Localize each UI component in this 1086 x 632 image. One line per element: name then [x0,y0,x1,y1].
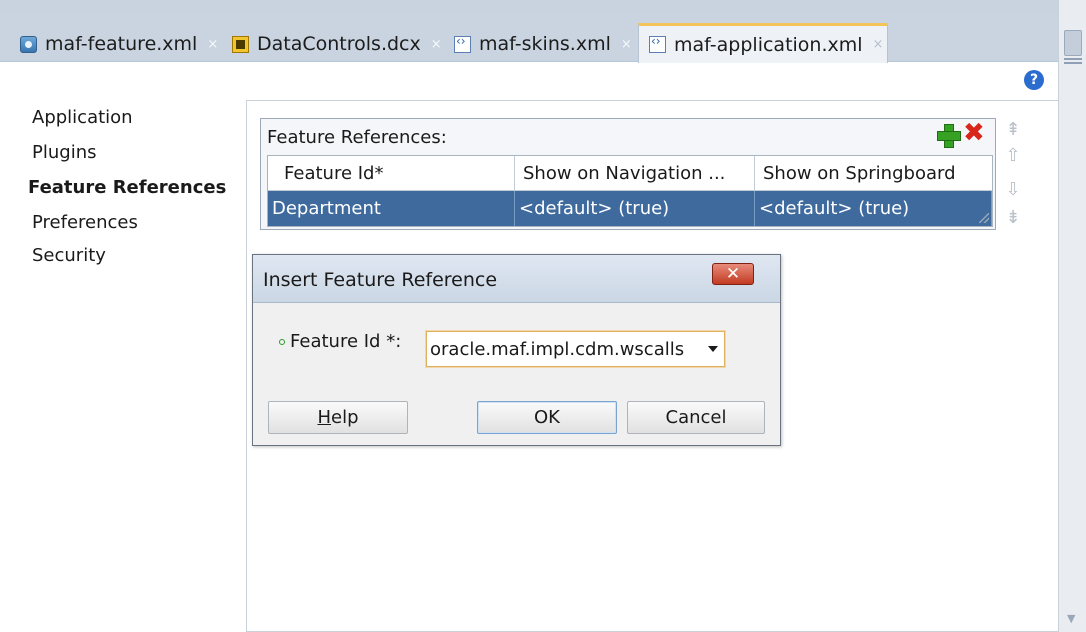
help-mnemonic: H [317,407,332,428]
help-button[interactable]: Help [268,401,408,434]
feature-file-icon [20,35,37,53]
insert-feature-reference-dialog: Insert Feature Reference ✕ Feature Id *:… [252,254,781,446]
tab-label: maf-skins.xml [479,33,611,55]
tab-label: maf-feature.xml [45,33,198,55]
xml-file-icon [649,34,666,53]
table-cell[interactable]: <default> (true) [515,191,755,226]
tab-maf-feature[interactable]: maf-feature.xml × [10,26,218,62]
sidebar-item-preferences[interactable]: Preferences [32,212,138,233]
close-button[interactable]: ✕ [712,263,754,285]
required-indicator-icon [279,338,285,345]
scrollbar-thumb[interactable] [1064,30,1082,56]
feature-id-label: Feature Id *: [290,331,402,352]
move-up-icon[interactable]: ⇧ [1002,144,1024,168]
table-cell[interactable]: Department [268,191,515,226]
feature-references-table: Feature Id* Show on Navigation ... Show … [267,155,993,227]
table-cell[interactable]: <default> (true) [755,191,992,226]
dialog-title-bar[interactable]: Insert Feature Reference ✕ [253,255,780,303]
tab-close-icon[interactable]: × [431,37,442,52]
select-value: oracle.maf.impl.cdm.wscalls [430,338,685,360]
sidebar-item-feature-references[interactable]: Feature References [28,177,226,198]
move-bottom-icon[interactable]: ⇟ [1002,206,1024,230]
xml-file-icon [454,34,471,53]
sidebar-item-security[interactable]: Security [32,245,106,266]
tab-label: maf-application.xml [674,33,863,56]
chevron-down-icon[interactable] [708,346,718,352]
scrollbar-grip [1064,58,1082,64]
help-label: elp [331,407,359,428]
column-header[interactable]: Show on Navigation ... [515,156,755,191]
column-header[interactable]: Show on Springboard [755,156,992,191]
scroll-down-icon[interactable]: ▼ [1067,612,1075,625]
tab-close-icon[interactable]: × [873,37,884,52]
table-header-row: Feature Id* Show on Navigation ... Show … [268,156,992,191]
editor-tab-bar: maf-feature.xml × DataControls.dcx × maf… [0,12,1058,63]
resize-grip-icon[interactable] [979,213,989,223]
data-controls-file-icon [232,35,249,53]
tab-maf-skins[interactable]: maf-skins.xml × [444,26,632,62]
feature-id-row: Feature Id *: [279,331,401,352]
vertical-scrollbar[interactable]: ▼ [1058,0,1086,632]
panel-title: Feature References: [267,127,447,148]
tab-close-icon[interactable]: × [207,37,218,52]
feature-id-select[interactable]: oracle.maf.impl.cdm.wscalls [426,331,725,367]
window-top-strip [0,0,1058,12]
tab-maf-application[interactable]: maf-application.xml × [638,23,888,63]
move-down-icon[interactable]: ⇩ [1002,178,1024,202]
column-header[interactable]: Feature Id* [268,156,515,191]
tab-datacontrols[interactable]: DataControls.dcx × [222,26,442,62]
move-top-icon[interactable]: ⇞ [1002,118,1024,142]
ok-button[interactable]: OK [477,401,617,434]
table-row[interactable]: Department <default> (true) <default> (t… [268,191,992,226]
tab-label: DataControls.dcx [257,33,421,55]
cancel-button[interactable]: Cancel [627,401,765,434]
sidebar-item-plugins[interactable]: Plugins [32,142,96,163]
sidebar-item-application[interactable]: Application [32,107,133,128]
tab-close-icon[interactable]: × [621,37,632,52]
feature-references-panel: Feature References: ✖ Feature Id* Show o… [260,118,996,230]
help-icon[interactable]: ? [1024,70,1044,90]
dialog-title: Insert Feature Reference [263,269,498,291]
sidebar-nav: Application Plugins Feature References P… [0,100,246,632]
add-icon[interactable] [936,123,961,148]
delete-icon[interactable]: ✖ [963,120,987,146]
